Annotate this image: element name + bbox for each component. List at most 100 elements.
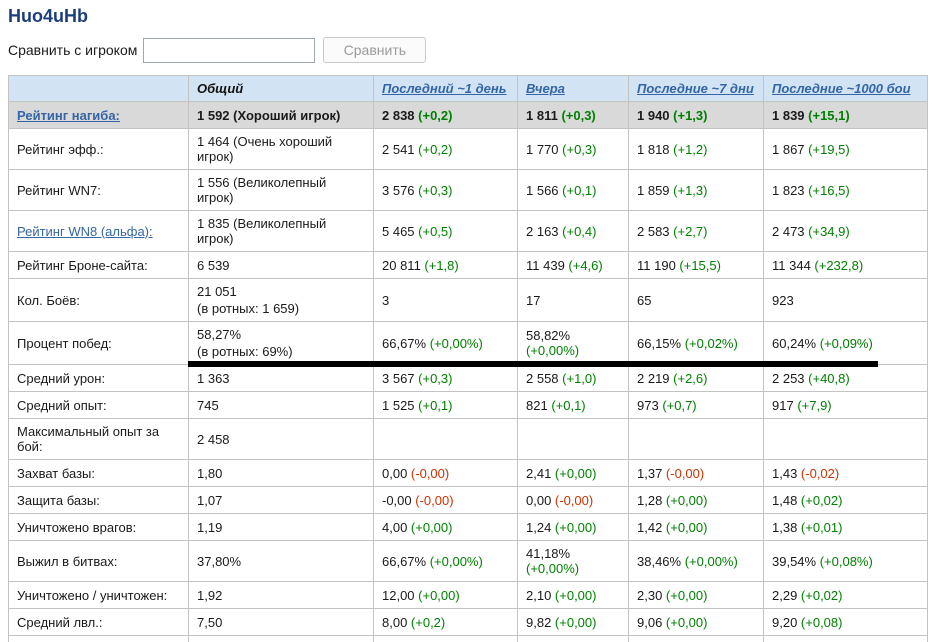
- stat-delta: (+2,6): [670, 371, 708, 386]
- column-header-link[interactable]: Вчера: [526, 81, 565, 96]
- compare-section: Сравнить с игроком Сравнить: [8, 37, 925, 63]
- stat-cell: 2,29 (+0,02): [764, 582, 928, 609]
- stat-value: 11 344: [772, 258, 811, 273]
- stat-delta: (+0,3): [559, 142, 597, 157]
- stat-delta: (+34,9): [805, 224, 850, 239]
- stat-delta: (+0,08): [797, 615, 842, 630]
- stat-value: 1 566: [526, 183, 559, 198]
- stat-value: 2 253: [772, 371, 805, 386]
- column-header: Общий: [189, 76, 374, 102]
- stat-delta: (-0,00): [407, 466, 449, 481]
- stat-value: 7,50: [197, 615, 222, 630]
- stat-delta: (+4,6): [565, 258, 603, 273]
- row-label: Уничтожено / уничтожен:: [9, 582, 189, 609]
- stat-delta: (+0,00): [415, 588, 460, 603]
- column-header-link[interactable]: Последние ~7 дни: [637, 81, 754, 96]
- stat-delta: (+1,0): [559, 371, 597, 386]
- stat-value: 21 051: [197, 284, 237, 299]
- stats-table-body: Рейтинг нагиба:1 592 (Хороший игрок)2 83…: [9, 102, 928, 642]
- stat-delta: (+0,00%): [426, 554, 483, 569]
- row-label: Максимальный опыт за бой:: [9, 419, 189, 460]
- compare-button[interactable]: Сравнить: [323, 37, 426, 63]
- row-label-link[interactable]: Рейтинг WN8 (альфа):: [17, 224, 153, 239]
- stat-cell: 1 835 (Великолепный игрок): [189, 211, 374, 252]
- stat-value: 1 839: [772, 108, 805, 123]
- stat-value: 1 818: [637, 142, 670, 157]
- stat-value: 1,43: [772, 466, 797, 481]
- table-row: Рейтинг WN7:1 556 (Великолепный игрок)3 …: [9, 170, 928, 211]
- row-label-link[interactable]: Рейтинг нагиба:: [17, 108, 120, 123]
- stat-cell: 923: [764, 279, 928, 322]
- stat-cell: 3 576 (+0,3): [374, 170, 518, 211]
- stat-value: 1,92: [197, 588, 222, 603]
- column-header: Последние ~7 дни: [629, 76, 764, 102]
- stat-delta: (+1,3): [670, 108, 708, 123]
- stats-table: Общий Последний ~1 день Вчера Последние ~7 …: [8, 75, 928, 642]
- row-label: Защита базы:: [9, 487, 189, 514]
- stat-value: 58,27%: [197, 327, 241, 342]
- stat-cell: [764, 636, 928, 642]
- table-row: Клан:История (внешний сайт): [9, 636, 928, 642]
- stat-cell: 1 566 (+0,1): [518, 170, 629, 211]
- stat-cell: [629, 419, 764, 460]
- row-label: Рейтинг эфф.:: [9, 129, 189, 170]
- stat-delta: (+0,2): [407, 615, 445, 630]
- compare-label: Сравнить с игроком: [8, 42, 137, 58]
- stat-delta: (+15,5): [676, 258, 721, 273]
- stat-cell: 2 163 (+0,4): [518, 211, 629, 252]
- stat-value: 2,30: [637, 588, 662, 603]
- stat-value: 12,00: [382, 588, 415, 603]
- stat-value: 1 592: [197, 108, 230, 123]
- stat-value: 2 838: [382, 108, 415, 123]
- stat-value: 3: [382, 293, 389, 308]
- stat-cell: 1,92: [189, 582, 374, 609]
- stat-delta: (+40,8): [805, 371, 850, 386]
- stat-value: 821: [526, 398, 548, 413]
- stat-value: 1,19: [197, 520, 222, 535]
- stat-cell: 1,28 (+0,00): [629, 487, 764, 514]
- stat-cell: 60,24% (+0,09%): [764, 322, 928, 365]
- stat-cell: [629, 636, 764, 642]
- stat-value: 1 464: [197, 134, 230, 149]
- stat-cell: [374, 419, 518, 460]
- stat-value: 2,29: [772, 588, 797, 603]
- stat-value: 1 823: [772, 183, 805, 198]
- stat-delta: (+1,3): [670, 183, 708, 198]
- stat-value: 37,80%: [197, 554, 241, 569]
- compare-player-input[interactable]: [143, 38, 315, 63]
- stat-cell: 7,50: [189, 609, 374, 636]
- stat-cell: [764, 419, 928, 460]
- table-row: Рейтинг WN8 (альфа): 1 835 (Великолепный …: [9, 211, 928, 252]
- row-label: Средний урон:: [9, 365, 189, 392]
- column-header-link[interactable]: Последний ~1 день: [382, 81, 506, 96]
- stat-value: 1,42: [637, 520, 662, 535]
- stat-value: 1,38: [772, 520, 797, 535]
- stat-value: 1 835: [197, 216, 230, 231]
- stat-cell: 6 539: [189, 252, 374, 279]
- stat-cell: 21 051(в ротных: 1 659): [189, 279, 374, 322]
- stat-delta: (-0,00): [412, 493, 454, 508]
- stat-cell: -0,00 (-0,00): [374, 487, 518, 514]
- row-label: Средний лвл.:: [9, 609, 189, 636]
- stat-cell: 38,46% (+0,00%): [629, 541, 764, 582]
- stat-delta: (+0,00): [662, 493, 707, 508]
- table-row: Кол. Боёв:21 051(в ротных: 1 659)3176592…: [9, 279, 928, 322]
- stat-value: 39,54%: [772, 554, 816, 569]
- stat-delta: (+0,02): [797, 588, 842, 603]
- stat-cell: 1,19: [189, 514, 374, 541]
- stat-cell: 4,00 (+0,00): [374, 514, 518, 541]
- stat-delta: (+0,3): [415, 183, 453, 198]
- table-row: Уничтожено врагов:1,194,00 (+0,00)1,24 (…: [9, 514, 928, 541]
- stat-cell: [518, 636, 629, 642]
- stat-delta: (+0,00): [662, 615, 707, 630]
- stat-cell: 973 (+0,7): [629, 392, 764, 419]
- stat-delta: (+0,00): [551, 615, 596, 630]
- stat-value: 1 811: [526, 108, 558, 123]
- table-row: Средний урон:1 3633 567 (+0,3)2 558 (+1,…: [9, 365, 928, 392]
- corner-header: [9, 76, 189, 102]
- stat-value: 66,67%: [382, 554, 426, 569]
- stat-delta: (+7,9): [794, 398, 832, 413]
- stat-value: 11 190: [637, 258, 676, 273]
- column-header-link[interactable]: Последние ~1000 бои: [772, 81, 911, 96]
- stat-value: 4,00: [382, 520, 407, 535]
